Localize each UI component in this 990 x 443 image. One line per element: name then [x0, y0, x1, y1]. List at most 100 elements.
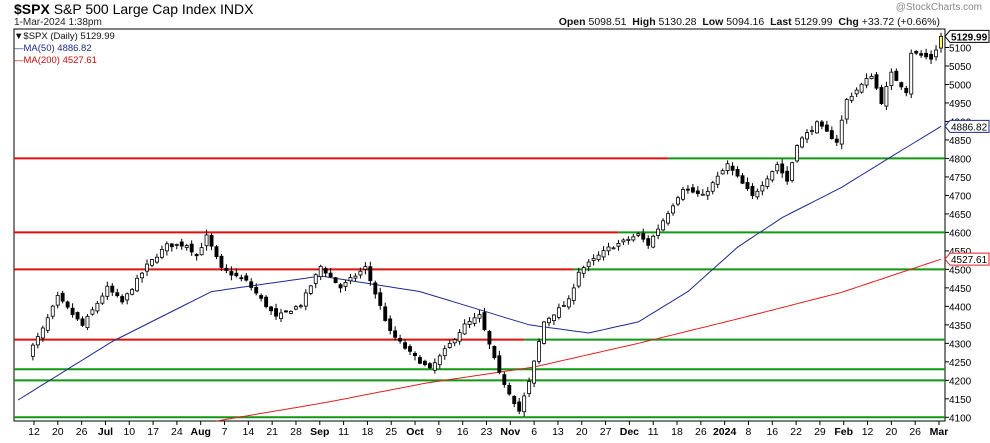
last-label: Last	[770, 16, 792, 28]
candle-body	[398, 338, 403, 342]
y-tick-label: 4100	[949, 413, 972, 424]
y-tick-label: 4950	[949, 99, 972, 110]
candle-body	[542, 321, 546, 344]
x-tick-label: 26	[909, 426, 921, 438]
candle-body	[313, 274, 318, 284]
candle-body	[924, 52, 929, 58]
candle-body	[174, 244, 179, 246]
candle-body	[730, 165, 735, 171]
candle-body	[274, 308, 278, 317]
candle-body	[224, 267, 229, 271]
candle-body	[636, 233, 641, 236]
candle-body	[671, 205, 675, 214]
candle-body	[561, 305, 566, 307]
x-tick-label: 6	[531, 426, 537, 438]
x-tick-label: 12	[862, 426, 874, 438]
candle-body	[189, 243, 194, 253]
candle-body	[710, 182, 715, 192]
candle-body	[586, 261, 591, 268]
candle-body	[150, 259, 154, 266]
candle-body	[819, 121, 824, 127]
candle-body	[199, 247, 204, 256]
candle-body	[358, 270, 363, 276]
candle-body	[934, 49, 938, 58]
y-tick-label: 5050	[949, 62, 972, 73]
candle-body	[55, 294, 60, 306]
x-tick-label: Mar	[930, 426, 949, 438]
x-tick-label: 24	[171, 426, 183, 438]
candle-body	[80, 318, 85, 326]
candle-body	[556, 307, 561, 318]
candle-body	[681, 189, 685, 200]
x-tick-label: 10	[123, 426, 135, 438]
candle-body	[333, 277, 338, 283]
candle-body	[765, 178, 770, 187]
candle-body	[403, 342, 408, 349]
legend-ma50-swatch: —	[14, 43, 24, 54]
y-tick-label: 4750	[949, 173, 972, 184]
candle-body	[537, 341, 541, 362]
candle-body	[829, 130, 834, 139]
legend-ma50-text: MA(50) 4886.82	[23, 43, 92, 54]
candle-body	[770, 171, 775, 181]
candle-body	[303, 292, 308, 307]
low-label: Low	[702, 16, 724, 28]
candle-body	[467, 320, 472, 325]
candle-body	[815, 121, 819, 134]
x-tick-label: 28	[290, 426, 302, 438]
candle-body	[844, 99, 849, 120]
candle-body	[775, 164, 780, 172]
candle-body	[690, 187, 695, 193]
x-tick-label: 26	[76, 426, 88, 438]
candle-body	[487, 330, 492, 345]
candle-body	[249, 281, 254, 288]
candle-body	[194, 253, 199, 257]
x-tick-label: 8	[746, 426, 752, 438]
candle-body	[685, 188, 690, 191]
x-tick-label: Jul	[98, 426, 113, 438]
candle-body	[135, 277, 140, 292]
candle-body	[413, 352, 417, 356]
candle-body	[626, 238, 631, 241]
candle-body	[576, 271, 581, 287]
x-tick-label: Feb	[834, 426, 853, 438]
candle-body	[239, 277, 244, 280]
x-tick-label: 11	[338, 426, 349, 438]
candle-body	[408, 346, 412, 352]
candle-body	[904, 87, 909, 94]
candle-body	[264, 296, 269, 307]
candle-body	[760, 185, 765, 192]
y-tick-label: 4300	[949, 339, 972, 350]
candle-body	[566, 298, 571, 308]
open-value: 5098.51	[588, 16, 627, 28]
legend-price: ▼$SPX (Daily) 5129.99	[14, 31, 115, 42]
candle-body	[363, 266, 368, 270]
candle-body	[184, 245, 189, 248]
x-tick-label: 18	[671, 426, 683, 438]
candle-body	[899, 82, 904, 88]
price-chart[interactable]: 4100415042004250430043504400445045004550…	[0, 0, 990, 438]
candle-body	[388, 318, 393, 331]
candle-body	[720, 170, 725, 175]
candle-body	[874, 74, 879, 89]
candle-body	[383, 306, 388, 321]
candle-body	[661, 220, 666, 231]
y-tick-label: 4850	[949, 136, 972, 147]
candle-body	[889, 71, 894, 86]
index-name: S&P 500 Large Cap Index	[53, 1, 217, 17]
y-tick-label: 5000	[949, 80, 972, 91]
candle-body	[725, 163, 730, 171]
candle-body	[651, 235, 656, 248]
candle-body	[85, 315, 90, 329]
x-tick-label: Sep	[310, 426, 329, 438]
candle-body	[30, 344, 35, 357]
candle-body	[527, 381, 532, 394]
value-tag-label: 5129.99	[951, 32, 988, 43]
legend-price-text: $SPX (Daily) 5129.99	[23, 31, 115, 42]
candle-body	[755, 190, 760, 198]
last-value: 5129.99	[794, 16, 833, 28]
candle-body	[229, 271, 234, 276]
x-tick-label: Dec	[620, 426, 639, 438]
low-value: 5094.16	[726, 16, 765, 28]
x-tick-label: 14	[242, 426, 254, 438]
